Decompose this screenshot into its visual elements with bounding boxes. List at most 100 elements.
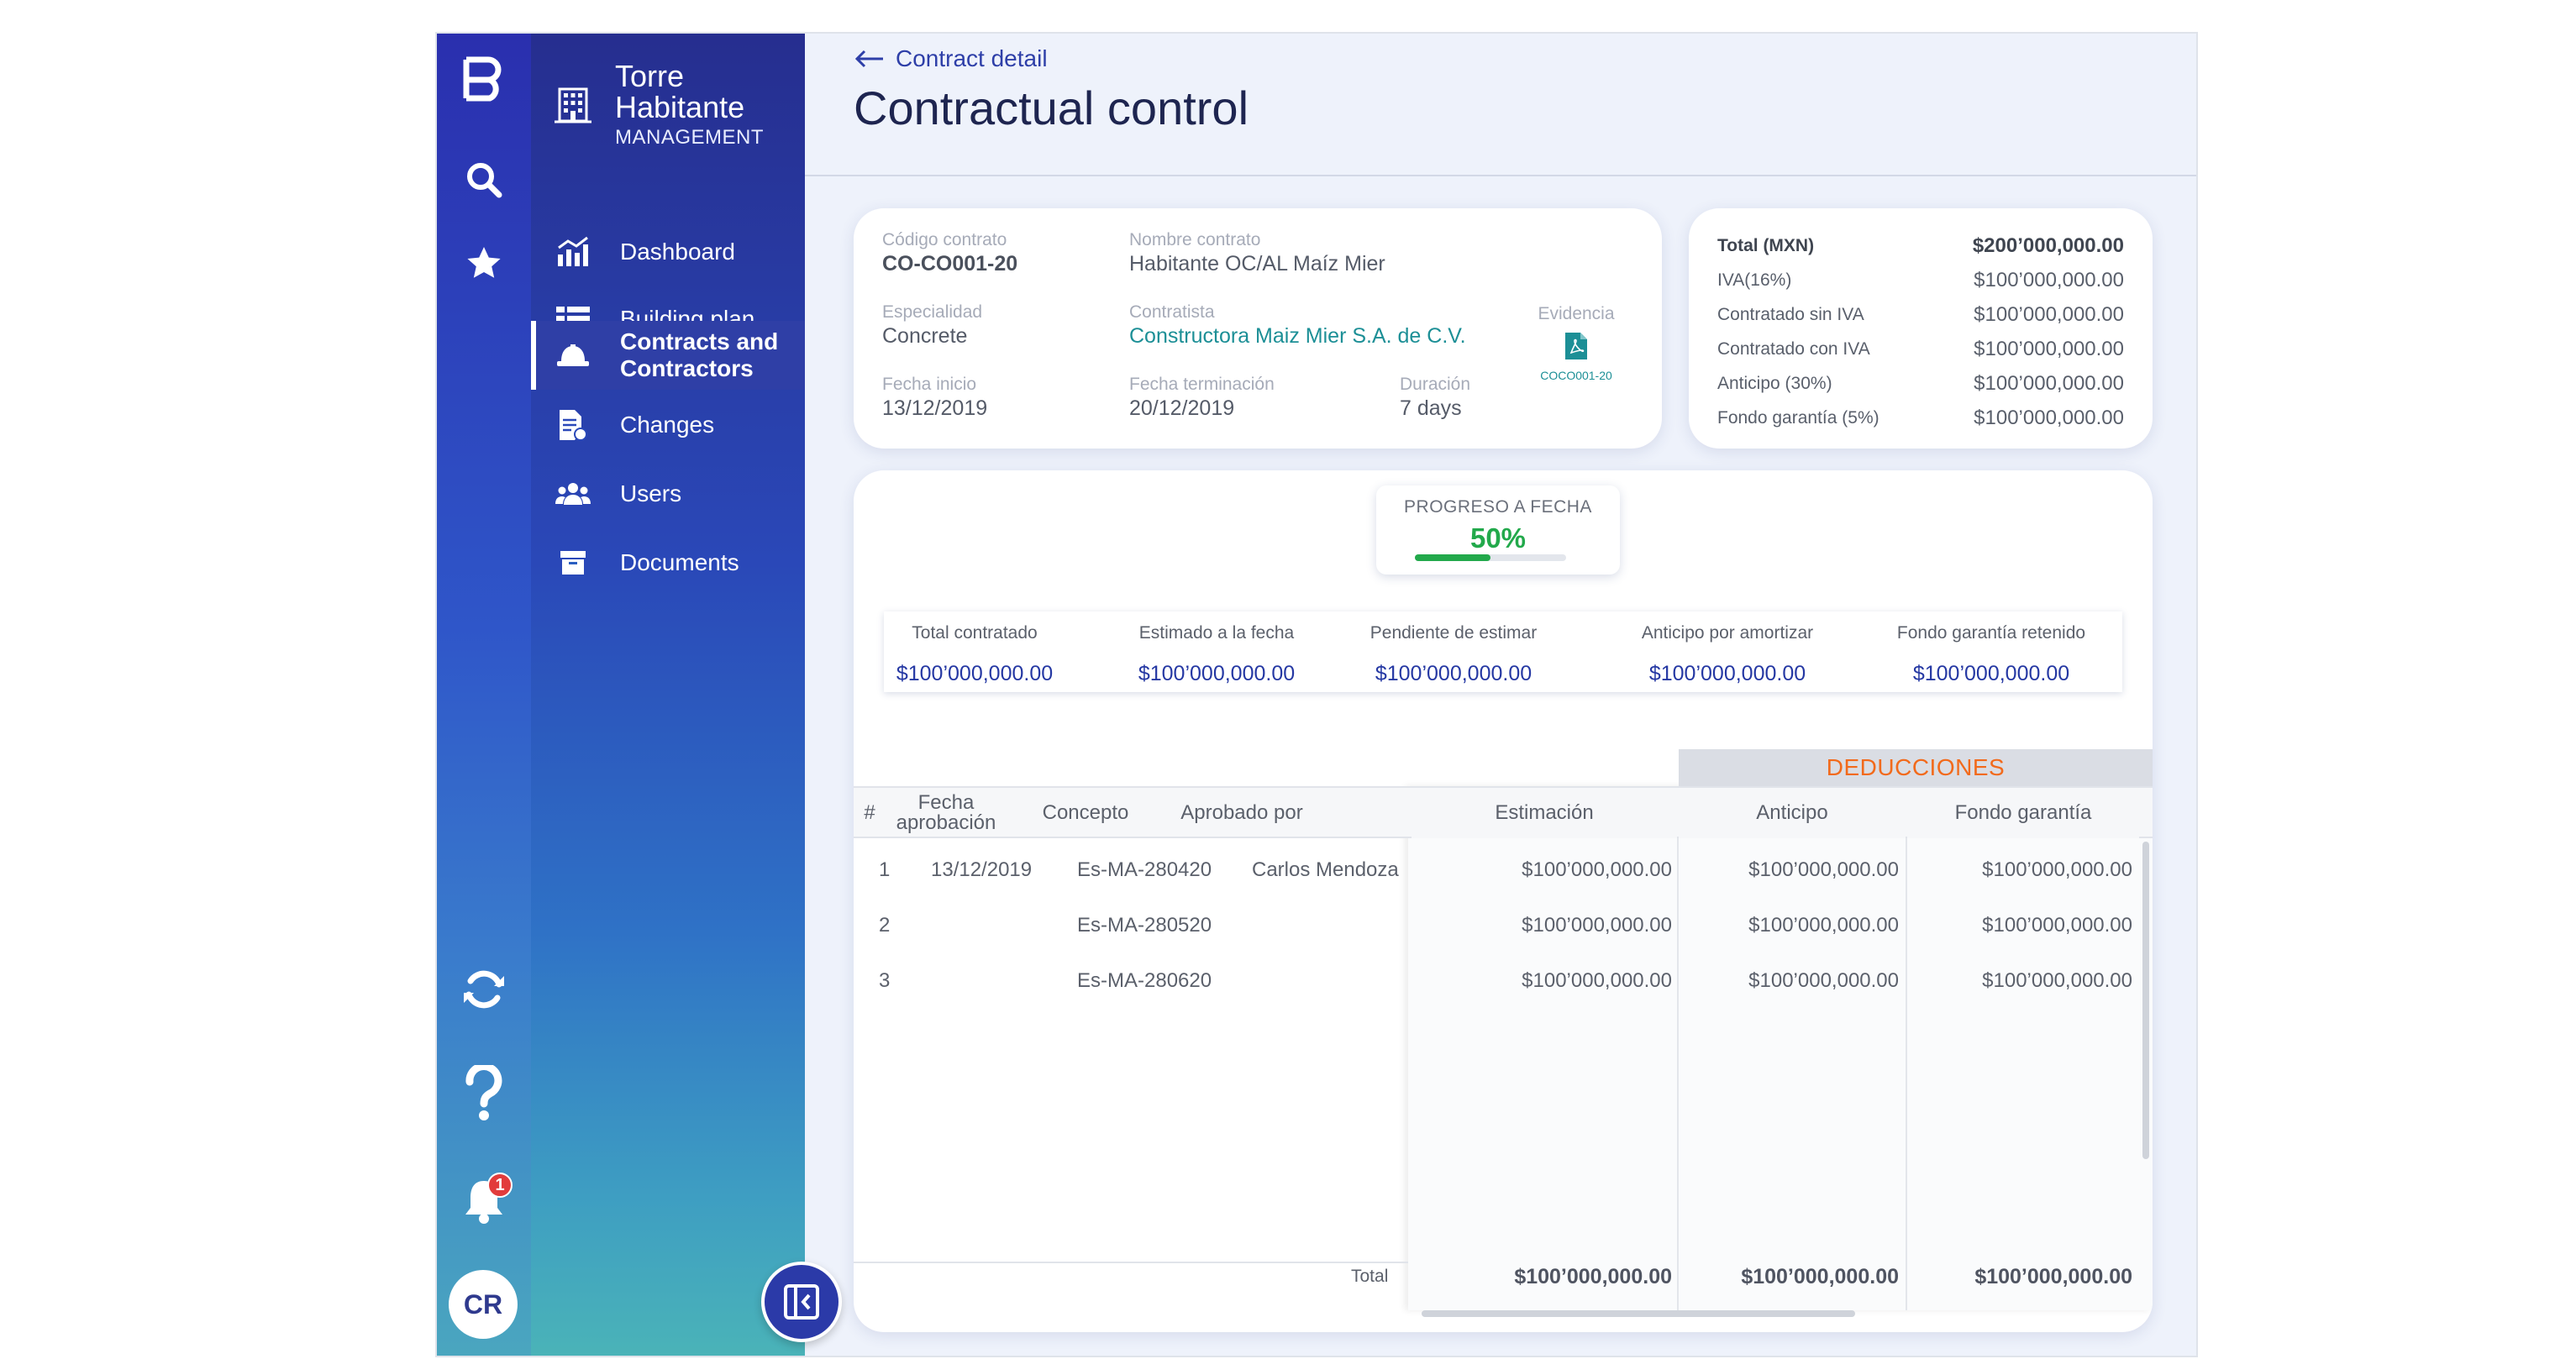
contract-code-label: Código contrato <box>882 230 1007 249</box>
back-link[interactable]: Contract detail <box>855 45 1048 72</box>
progress-bar <box>1415 554 1566 561</box>
totals-label: Anticipo (30%) <box>1717 373 1832 393</box>
summary-value: $100’000,000.00 <box>1375 662 1532 685</box>
summary-value: $100’000,000.00 <box>1138 662 1296 685</box>
users-icon <box>555 475 591 512</box>
sidebar-item-changes[interactable]: Changes <box>531 391 805 459</box>
cell-num: 2 <box>879 914 891 937</box>
summary-column: Pendiente de estimar $100’000,000.00 <box>1354 611 1553 686</box>
table-footer-label: Total <box>1351 1267 1389 1286</box>
sidebar: Torre Habitante MANAGEMENT Dashboard Bui… <box>531 34 805 1356</box>
bell-icon[interactable]: 1 <box>459 1173 513 1226</box>
horizontal-scrollbar[interactable] <box>1422 1310 1855 1317</box>
totals-row: Contratado con IVA $100’000,000.00 <box>1717 332 2124 366</box>
collapse-panel-icon <box>784 1284 819 1320</box>
icon-rail: 1 CR <box>437 34 531 1356</box>
specialty-value: Concrete <box>882 324 968 348</box>
specialty-label: Especialidad <box>882 302 983 322</box>
cell-estimate: $100’000,000.00 <box>1522 969 1672 992</box>
table-header: # Fecha aprobación Concepto Aprobado por… <box>854 786 2153 838</box>
logo-b-icon <box>463 56 502 102</box>
duration-value: 7 days <box>1400 396 1462 420</box>
summary-column: Total contratado $100’000,000.00 <box>884 611 1065 686</box>
totals-value: $100’000,000.00 <box>1974 268 2124 291</box>
project-name-line2: Habitante <box>615 90 745 124</box>
cell-advance: $100’000,000.00 <box>1748 914 1899 937</box>
evidence-file-link[interactable]: COCO001-20 <box>1534 369 1618 382</box>
vertical-scrollbar[interactable] <box>2142 842 2149 1159</box>
contract-name-label: Nombre contrato <box>1129 230 1261 249</box>
specialty-field: Especialidad Concrete <box>882 302 982 349</box>
cell-advance: $100’000,000.00 <box>1748 969 1899 992</box>
star-icon[interactable] <box>459 239 509 289</box>
summary-column: Estimado a la fecha $100’000,000.00 <box>1117 611 1316 686</box>
sidebar-item-label: Users <box>620 480 682 506</box>
sync-icon[interactable] <box>459 964 509 1015</box>
summary-column: Fondo garantía retenido $100’000,000.00 <box>1884 611 2099 686</box>
summary-label: Anticipo por amortizar <box>1641 623 1814 643</box>
chart-icon <box>555 233 591 270</box>
project-name-line1: Torre <box>615 59 685 93</box>
sidebar-item-label: Dashboard <box>620 239 735 265</box>
column-divider <box>1677 838 1679 1310</box>
duration-field: Duración 7 days <box>1400 375 1470 421</box>
summary-table: Total contratado $100’000,000.00 Estimad… <box>884 611 2122 692</box>
contractor-label: Contratista <box>1129 302 1215 322</box>
totals-row: Anticipo (30%) $100’000,000.00 <box>1717 366 2124 401</box>
totals-label: Contratado con IVA <box>1717 338 1870 359</box>
page-title: Contractual control <box>854 81 1249 134</box>
progress-value: 50% <box>1469 522 1527 554</box>
totals-label: IVA(16%) <box>1717 270 1792 290</box>
progress-box: PROGRESO A FECHA 50% <box>1376 485 1620 575</box>
cell-concept: Es-MA-280520 <box>1077 914 1212 937</box>
contract-info-card: Código contrato CO-CO001-20 Nombre contr… <box>854 208 1662 449</box>
totals-card: Total (MXN) $200’000,000.00 IVA(16%) $10… <box>1689 208 2153 449</box>
estimates-card: PROGRESO A FECHA 50% Total contratado $1… <box>854 470 2153 1332</box>
project-subtitle: MANAGEMENT <box>615 126 765 149</box>
start-date-label: Fecha inicio <box>882 375 977 394</box>
totals-row: Total (MXN) $200’000,000.00 <box>1717 228 2124 263</box>
summary-label: Fondo garantía retenido <box>1896 623 2086 643</box>
col-header-guarantee: Fondo garantía <box>1907 788 2139 838</box>
totals-row: Fondo garantía (5%) $100’000,000.00 <box>1717 401 2124 435</box>
contract-code-field: Código contrato CO-CO001-20 <box>882 230 1017 276</box>
search-icon[interactable] <box>459 155 509 205</box>
footer-guarantee-total: $100’000,000.00 <box>1974 1265 2132 1288</box>
sidebar-item-label: Changes <box>620 412 715 438</box>
arrow-left-icon <box>855 50 883 68</box>
cell-guarantee: $100’000,000.00 <box>1982 914 2132 937</box>
start-date-value: 13/12/2019 <box>882 396 988 420</box>
col-header-date: Fecha aprobación <box>887 788 1005 838</box>
col-header-concept: Concepto <box>1042 801 1129 824</box>
cell-guarantee: $100’000,000.00 <box>1982 969 2132 992</box>
cell-date: 13/12/2019 <box>931 858 1033 881</box>
summary-value: $100’000,000.00 <box>1912 662 2070 685</box>
sidebar-item-users[interactable]: Users <box>531 460 805 527</box>
app-logo[interactable] <box>459 54 509 104</box>
sidebar-item-documents[interactable]: Documents <box>531 529 805 596</box>
app-window: 1 CR Torre Habitante MANAGEMENT Dashboar… <box>435 32 2198 1357</box>
summary-label: Pendiente de estimar <box>1369 623 1538 643</box>
column-divider <box>1906 838 1907 1310</box>
pdf-icon[interactable] <box>1564 331 1589 361</box>
totals-value: $100’000,000.00 <box>1974 371 2124 395</box>
project-brand: Torre Habitante MANAGEMENT <box>555 60 764 150</box>
totals-value: $100’000,000.00 <box>1974 302 2124 326</box>
start-date-field: Fecha inicio 13/12/2019 <box>882 375 987 421</box>
sidebar-item-contracts[interactable]: Contracts and Contractors <box>531 321 805 390</box>
contract-code-value: CO-CO001-20 <box>882 252 1018 275</box>
sidebar-item-label: Documents <box>620 549 739 575</box>
collapse-sidebar-button[interactable] <box>761 1262 842 1342</box>
contract-name-field: Nombre contrato Habitante OC/AL Maíz Mie… <box>1129 230 1385 276</box>
help-icon[interactable] <box>459 1065 509 1120</box>
totals-row: IVA(16%) $100’000,000.00 <box>1717 263 2124 297</box>
cell-advance: $100’000,000.00 <box>1748 858 1899 881</box>
back-link-label: Contract detail <box>896 45 1048 71</box>
contractor-field: Contratista Constructora Maiz Mier S.A. … <box>1129 302 1466 349</box>
avatar[interactable]: CR <box>449 1270 518 1339</box>
sidebar-item-dashboard[interactable]: Dashboard <box>531 218 805 286</box>
duration-label: Duración <box>1400 375 1471 394</box>
col-header-approved-by: Aprobado por <box>1180 801 1303 824</box>
progress-label: PROGRESO A FECHA <box>1404 497 1592 517</box>
contractor-link[interactable]: Constructora Maiz Mier S.A. de C.V. <box>1129 324 1466 349</box>
